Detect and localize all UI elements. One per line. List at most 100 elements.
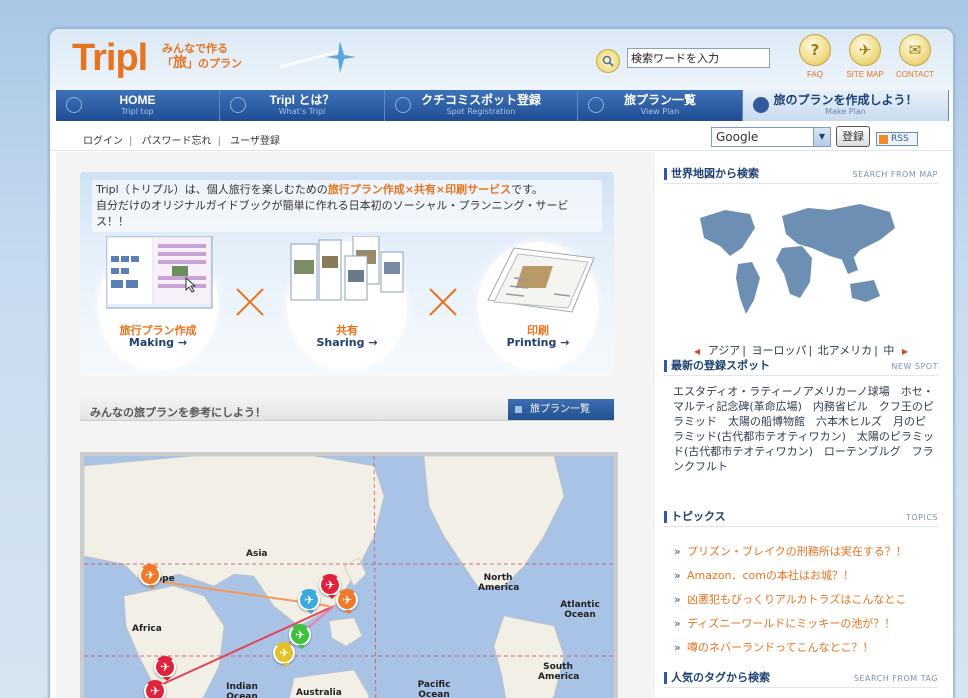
plans-world-map[interactable]: Asia North America Atlantic Ocean Africa… — [80, 452, 618, 698]
tagline-line1: みんなで作る — [162, 42, 228, 55]
tab-make-plan[interactable]: 旅のプランを作成しよう！ Make Plan — [743, 90, 949, 121]
sub-bar: ログイン | パスワード忘れ | ユーザ登録 Google ▼ 登録 RSS — [50, 121, 953, 151]
map-label-atlantic-ocean: Atlantic Ocean — [560, 600, 600, 620]
faq-label: FAQ — [806, 70, 823, 79]
sidebar: 世界地図から検索 SEARCH FROM MAP ◀ アジア | ヨーロッパ | 北… — [653, 152, 949, 698]
map-marker-plane-icon[interactable]: ✈ — [139, 564, 161, 589]
forgot-password-link[interactable]: パスワード忘れ — [142, 136, 212, 147]
plane-icon — [395, 97, 411, 113]
feature-sharing-link[interactable]: Sharing → — [287, 336, 407, 349]
jet-illustration — [280, 41, 356, 73]
map-label-pacific-ocean: Pacific Ocean — [417, 680, 451, 698]
rss-link[interactable]: RSS — [876, 132, 918, 146]
tab-view-plan[interactable]: 旅プラン一覧 View Plan — [578, 90, 743, 121]
tagline-line2: 「旅」のプラン — [162, 55, 242, 71]
map-marker-plane-icon[interactable]: ✈ — [298, 589, 320, 614]
topic-item[interactable]: 凶悪犯もびっくりアルカトラズはこんなとこ — [674, 588, 936, 612]
plane-icon — [230, 97, 246, 113]
contact-link[interactable]: ✉ CONTACT — [890, 34, 940, 79]
making-screenshot-icon — [106, 236, 213, 309]
plan-list-button[interactable]: 旅プラン一覧 — [508, 399, 614, 420]
world-map-section-header: 世界地図から検索 SEARCH FROM MAP — [664, 164, 938, 184]
topics-section-header: トピックス TOPICS — [664, 507, 938, 527]
tab-make-plan-sub: Make Plan — [825, 107, 866, 116]
sharing-screens-icon — [290, 236, 404, 301]
map-marker-plane-icon[interactable]: ✈ — [273, 642, 295, 667]
plans-section-title: みんなの旅プランを参考にしよう！ — [90, 406, 266, 419]
map-label-south-america: South America — [538, 662, 580, 682]
chevron-down-icon: ▼ — [813, 128, 830, 146]
plans-section-header: みんなの旅プランを参考にしよう！ 旅プラン一覧 — [80, 399, 614, 421]
main-nav: HOME Tripl top Tripl とは？ What's Tripl クチ… — [56, 90, 949, 121]
printed-guidebook-icon — [487, 247, 595, 313]
topic-item[interactable]: プリズン・ブレイクの刑務所は実在する？！ — [674, 540, 936, 564]
rss-icon — [879, 135, 888, 144]
tagline: みんなで作る 「旅」のプラン — [162, 42, 242, 71]
map-marker-plane-icon[interactable]: ✈ — [144, 680, 166, 698]
topics-en: TOPICS — [905, 513, 938, 522]
tab-home[interactable]: HOME Tripl top — [56, 90, 220, 121]
map-label-indian-ocean: Indian Ocean — [226, 682, 258, 698]
contact-label: CONTACT — [895, 70, 935, 79]
map-label-north-america: North America — [478, 573, 520, 593]
envelope-icon: ✉ — [899, 34, 931, 66]
tab-about[interactable]: Tripl とは？ What's Tripl — [220, 90, 385, 121]
search-button[interactable] — [596, 49, 620, 73]
tags-section-header: 人気のタグから検索 SEARCH FROM TAG — [664, 668, 938, 688]
select-value: Google — [716, 130, 759, 144]
account-links: ログイン | パスワード忘れ | ユーザ登録 — [83, 136, 280, 147]
sitemap-label: SITE MAP — [846, 70, 884, 79]
search-icon — [602, 55, 614, 67]
logo[interactable]: Tripl — [72, 37, 148, 79]
sitemap-link[interactable]: ✈ SITE MAP — [840, 34, 890, 79]
plane-icon: ✈ — [849, 34, 881, 66]
plane-icon — [588, 97, 604, 113]
faq-link[interactable]: ? FAQ — [790, 34, 840, 79]
world-map-icon[interactable] — [690, 198, 900, 318]
topic-item[interactable]: Amazon．comの本社はお城？！ — [674, 564, 936, 588]
chevron-left-icon[interactable]: ◀ — [694, 347, 700, 356]
plane-icon — [753, 97, 769, 113]
page-frame: Tripl みんなで作る 「旅」のプラン ? FAQ ✈ SITE MAP ✉ … — [49, 28, 954, 698]
topic-item[interactable]: ディズニーワールドにミッキーの池が？！ — [674, 612, 936, 636]
tab-spot-registration[interactable]: クチコミスポット登録 Spot Registration — [385, 90, 578, 121]
new-spot-list[interactable]: エスタディオ・ラティーノアメリカーノ球場 ホセ・マルティ記念碑(革命広場) 内務… — [673, 384, 935, 474]
topics-list: プリズン・ブレイクの刑務所は実在する？！ Amazon．comの本社はお城？！ … — [674, 540, 936, 660]
map-label-africa: Africa — [132, 624, 162, 634]
times-icon — [236, 288, 264, 316]
feature-making[interactable]: 旅行プラン作成 Making → — [98, 236, 218, 370]
times-icon — [429, 288, 457, 316]
plane-icon — [66, 97, 82, 113]
map-label-asia: Asia — [246, 549, 268, 559]
new-spot-title: 最新の登録スポット — [664, 360, 770, 372]
login-link[interactable]: ログイン — [83, 136, 123, 147]
intro-panel: Tripl（トリプル）は、個人旅行を楽しむための旅行プラン作成×共有×印刷サービ… — [80, 172, 614, 376]
map-marker-plane-icon[interactable]: ✈ — [336, 589, 358, 614]
intro-text: Tripl（トリプル）は、個人旅行を楽しむための旅行プラン作成×共有×印刷サービ… — [92, 180, 602, 232]
question-icon: ? — [799, 34, 831, 66]
tab-spot-sub: Spot Registration — [446, 107, 516, 116]
topic-item[interactable]: 噂のネバーランドってこんなとこ？！ — [674, 636, 936, 660]
new-spot-section-header: 最新の登録スポット NEW SPOT — [664, 356, 938, 376]
map-marker-plane-icon[interactable]: ✈ — [154, 656, 176, 681]
search-input[interactable] — [627, 48, 770, 68]
tab-spot-label: クチコミスポット登録 — [420, 93, 541, 107]
chevron-right-icon[interactable]: ▶ — [902, 347, 908, 356]
tags-title: 人気のタグから検索 — [664, 672, 770, 684]
register-button[interactable]: 登録 — [836, 126, 870, 147]
world-map-en: SEARCH FROM MAP — [852, 170, 938, 179]
feature-printing-link[interactable]: Printing → — [478, 336, 598, 349]
feature-sharing[interactable]: 共有 Sharing → — [287, 236, 407, 370]
square-icon — [515, 406, 522, 413]
feature-printing[interactable]: 印刷 Printing → — [478, 242, 598, 370]
user-register-link[interactable]: ユーザ登録 — [230, 136, 280, 147]
map-marker-plane-icon[interactable]: ✈ — [289, 624, 311, 649]
tags-en: SEARCH FROM TAG — [853, 674, 938, 683]
tab-make-plan-label: 旅のプランを作成しよう！ — [773, 93, 918, 107]
feature-making-link[interactable]: Making → — [98, 336, 218, 349]
topics-title: トピックス — [664, 511, 726, 523]
header: Tripl みんなで作る 「旅」のプラン ? FAQ ✈ SITE MAP ✉ … — [50, 29, 953, 91]
main-column: Tripl（トリプル）は、個人旅行を楽しむための旅行プラン作成×共有×印刷サービ… — [56, 152, 652, 698]
map-label-australia: Australia — [296, 688, 342, 698]
search-engine-select[interactable]: Google ▼ — [711, 127, 831, 147]
